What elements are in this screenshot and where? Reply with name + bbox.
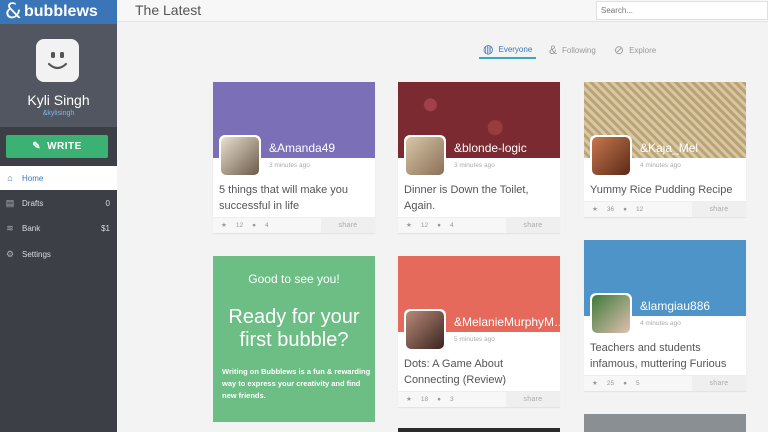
post-card-peek[interactable]	[398, 428, 560, 432]
author-avatar[interactable]	[219, 135, 261, 177]
post-card[interactable]: &Amanda49 3 minutes ago 5 things that wi…	[213, 82, 375, 233]
author-avatar[interactable]	[590, 293, 632, 335]
compass-icon: ⊘	[614, 43, 625, 57]
avatar[interactable]	[36, 39, 79, 82]
share-button[interactable]: share	[506, 392, 560, 407]
sidebar-item-label: Home	[22, 173, 44, 183]
comment-count: 4	[450, 221, 454, 229]
tab-label: Everyone	[498, 44, 533, 54]
comment-count: 5	[636, 379, 640, 387]
tab-label: Following	[562, 45, 596, 55]
comment-count: 4	[265, 221, 269, 229]
post-time: 3 minutes ago	[269, 162, 310, 169]
profile-name: Kyli Singh	[27, 92, 90, 108]
sidebar-item-label: Bank	[22, 223, 41, 233]
author-name[interactable]: &MelanieMurphyM…	[454, 315, 560, 329]
comment-icon[interactable]: ●	[623, 206, 627, 213]
drafts-count: 0	[105, 198, 110, 208]
post-time: 3 minutes ago	[454, 162, 495, 169]
author-avatar[interactable]	[404, 135, 446, 177]
bank-icon: ≋	[6, 222, 14, 233]
logo-ampersand: &	[5, 0, 22, 23]
star-icon[interactable]: ★	[221, 221, 227, 229]
tab-explore[interactable]: ⊘ Explore	[614, 41, 656, 59]
gear-icon: ⚙	[5, 248, 15, 259]
sidebar-item-bank[interactable]: ≋ Bank $1	[0, 216, 117, 240]
profile-handle[interactable]: &kylisingh	[0, 110, 117, 117]
quill-icon: ✎	[32, 141, 42, 152]
post-time: 4 minutes ago	[640, 162, 681, 169]
post-title[interactable]: Yummy Rice Pudding Recipe	[590, 182, 742, 198]
comment-icon[interactable]: ●	[437, 222, 441, 229]
page-title: The Latest	[135, 2, 202, 18]
author-avatar[interactable]	[590, 135, 632, 177]
post-title[interactable]: Dinner is Down the Toilet, Again.	[404, 182, 556, 214]
welcome-card[interactable]: Good to see you! Ready for your first bu…	[213, 256, 375, 422]
tab-following[interactable]: & Following	[549, 41, 596, 59]
ampersand-icon: &	[549, 43, 558, 57]
post-title[interactable]: Teachers and students infamous, mutterin…	[590, 340, 742, 372]
card-footer: ★ 36 ● 12 share	[584, 201, 746, 217]
welcome-headline: Ready for your first bubble?	[228, 306, 360, 351]
share-button[interactable]: share	[321, 218, 375, 233]
post-time: 4 minutes ago	[640, 320, 681, 327]
sidebar-item-label: Settings	[22, 249, 51, 259]
post-card-peek[interactable]	[584, 414, 746, 432]
comment-count: 12	[636, 205, 644, 213]
profile-panel: Kyli Singh &kylisingh	[0, 24, 117, 127]
author-name[interactable]: &Kaja_Mel	[640, 141, 698, 155]
post-title[interactable]: Dots: A Game About Connecting (Review)	[404, 356, 556, 388]
like-count: 18	[420, 395, 429, 403]
welcome-greeting: Good to see you!	[248, 272, 340, 286]
drafts-icon: ▤	[5, 197, 15, 208]
tab-everyone[interactable]: ◍ Everyone	[479, 41, 537, 59]
share-button[interactable]: share	[692, 202, 746, 217]
author-name[interactable]: &blonde-logic	[454, 141, 527, 155]
author-avatar[interactable]	[404, 309, 446, 351]
author-name[interactable]: &lamgiau886	[640, 299, 710, 313]
like-count: 36	[606, 205, 615, 213]
star-icon[interactable]: ★	[406, 221, 412, 229]
comment-count: 3	[450, 395, 454, 403]
star-icon[interactable]: ★	[592, 205, 598, 213]
comment-icon[interactable]: ●	[623, 380, 627, 387]
share-button[interactable]: share	[506, 218, 560, 233]
like-count: 12	[420, 221, 429, 229]
post-time: 5 minutes ago	[454, 336, 495, 343]
home-icon: ⌂	[7, 173, 13, 183]
sidebar: & bubblews Kyli Singh &kylisingh ✎ WRITE…	[0, 0, 117, 432]
like-count: 25	[606, 379, 615, 387]
sidebar-item-settings[interactable]: ⚙ Settings	[0, 242, 117, 266]
logo-wordmark: bubblews	[24, 3, 98, 20]
author-name[interactable]: &Amanda49	[269, 141, 335, 155]
write-button[interactable]: ✎ WRITE	[6, 135, 108, 158]
write-button-label: WRITE	[47, 141, 82, 152]
search-input[interactable]	[596, 1, 768, 20]
post-title[interactable]: 5 things that will make you successful i…	[219, 182, 371, 214]
star-icon[interactable]: ★	[592, 379, 598, 387]
card-footer: ★ 12 ● 4 share	[213, 217, 375, 233]
comment-icon[interactable]: ●	[252, 222, 256, 229]
card-footer: ★ 12 ● 4 share	[398, 217, 560, 233]
post-card[interactable]: &blonde-logic 3 minutes ago Dinner is Do…	[398, 82, 560, 233]
welcome-text: Writing on Bubblews is a fun & rewarding…	[222, 367, 371, 400]
star-icon[interactable]: ★	[406, 395, 412, 403]
card-footer: ★ 25 ● 5 share	[584, 375, 746, 391]
sidebar-item-home[interactable]: ⌂ Home	[0, 166, 117, 190]
tab-label: Explore	[629, 45, 657, 55]
card-footer: ★ 18 ● 3 share	[398, 391, 560, 407]
post-card[interactable]: &Kaja_Mel 4 minutes ago Yummy Rice Puddi…	[584, 82, 746, 217]
bubblews-logo[interactable]: & bubblews	[0, 0, 117, 24]
sidebar-item-label: Drafts	[22, 198, 44, 208]
post-card[interactable]: &MelanieMurphyM… 5 minutes ago Dots: A G…	[398, 256, 560, 407]
bank-balance: $1	[101, 223, 110, 233]
comment-icon[interactable]: ●	[437, 396, 441, 403]
post-card[interactable]: &lamgiau886 4 minutes ago Teachers and s…	[584, 240, 746, 391]
sidebar-item-drafts[interactable]: ▤ Drafts 0	[0, 191, 117, 215]
globe-icon: ◍	[483, 42, 494, 56]
like-count: 12	[235, 221, 244, 229]
smiley-icon	[47, 52, 68, 70]
share-button[interactable]: share	[692, 376, 746, 391]
